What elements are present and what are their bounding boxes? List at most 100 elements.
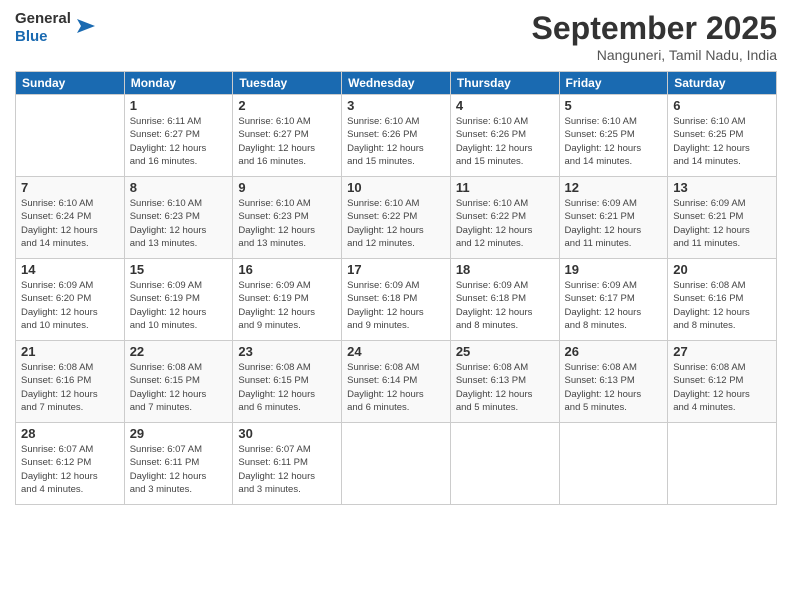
- calendar-day-header: Saturday: [668, 72, 777, 95]
- day-number: 11: [456, 180, 554, 195]
- day-number: 27: [673, 344, 771, 359]
- day-info: Sunrise: 6:10 AM Sunset: 6:26 PM Dayligh…: [347, 115, 445, 168]
- logo-arrow-icon: [73, 15, 95, 37]
- calendar-cell: 11 Sunrise: 6:10 AM Sunset: 6:22 PM Dayli…: [450, 177, 559, 259]
- day-info: Sunrise: 6:08 AM Sunset: 6:15 PM Dayligh…: [238, 361, 336, 414]
- calendar-cell: 22 Sunrise: 6:08 AM Sunset: 6:15 PM Dayli…: [124, 341, 233, 423]
- day-info: Sunrise: 6:10 AM Sunset: 6:24 PM Dayligh…: [21, 197, 119, 250]
- day-info: Sunrise: 6:08 AM Sunset: 6:16 PM Dayligh…: [673, 279, 771, 332]
- day-number: 26: [565, 344, 663, 359]
- calendar-cell: [559, 423, 668, 505]
- day-number: 1: [130, 98, 228, 113]
- calendar-cell: 15 Sunrise: 6:09 AM Sunset: 6:19 PM Dayli…: [124, 259, 233, 341]
- calendar-cell: 24 Sunrise: 6:08 AM Sunset: 6:14 PM Dayli…: [342, 341, 451, 423]
- calendar-cell: 14 Sunrise: 6:09 AM Sunset: 6:20 PM Dayli…: [16, 259, 125, 341]
- subtitle: Nanguneri, Tamil Nadu, India: [532, 47, 777, 63]
- calendar-cell: 26 Sunrise: 6:08 AM Sunset: 6:13 PM Dayli…: [559, 341, 668, 423]
- day-info: Sunrise: 6:10 AM Sunset: 6:27 PM Dayligh…: [238, 115, 336, 168]
- day-info: Sunrise: 6:10 AM Sunset: 6:22 PM Dayligh…: [456, 197, 554, 250]
- calendar-week-row: 21 Sunrise: 6:08 AM Sunset: 6:16 PM Dayli…: [16, 341, 777, 423]
- calendar-cell: 29 Sunrise: 6:07 AM Sunset: 6:11 PM Dayli…: [124, 423, 233, 505]
- day-number: 14: [21, 262, 119, 277]
- calendar-cell: 2 Sunrise: 6:10 AM Sunset: 6:27 PM Daylig…: [233, 95, 342, 177]
- day-number: 6: [673, 98, 771, 113]
- day-number: 22: [130, 344, 228, 359]
- calendar-day-header: Sunday: [16, 72, 125, 95]
- calendar-cell: 4 Sunrise: 6:10 AM Sunset: 6:26 PM Daylig…: [450, 95, 559, 177]
- calendar-cell: 27 Sunrise: 6:08 AM Sunset: 6:12 PM Dayli…: [668, 341, 777, 423]
- day-number: 17: [347, 262, 445, 277]
- day-info: Sunrise: 6:08 AM Sunset: 6:12 PM Dayligh…: [673, 361, 771, 414]
- day-number: 15: [130, 262, 228, 277]
- logo-general: General: [15, 10, 71, 27]
- month-title: September 2025: [532, 10, 777, 47]
- day-info: Sunrise: 6:10 AM Sunset: 6:25 PM Dayligh…: [565, 115, 663, 168]
- day-info: Sunrise: 6:07 AM Sunset: 6:11 PM Dayligh…: [130, 443, 228, 496]
- day-info: Sunrise: 6:08 AM Sunset: 6:16 PM Dayligh…: [21, 361, 119, 414]
- calendar-day-header: Friday: [559, 72, 668, 95]
- day-number: 3: [347, 98, 445, 113]
- day-number: 24: [347, 344, 445, 359]
- calendar-cell: 8 Sunrise: 6:10 AM Sunset: 6:23 PM Daylig…: [124, 177, 233, 259]
- day-number: 8: [130, 180, 228, 195]
- day-info: Sunrise: 6:10 AM Sunset: 6:23 PM Dayligh…: [130, 197, 228, 250]
- day-number: 13: [673, 180, 771, 195]
- calendar-cell: 23 Sunrise: 6:08 AM Sunset: 6:15 PM Dayli…: [233, 341, 342, 423]
- calendar-cell: [668, 423, 777, 505]
- day-number: 21: [21, 344, 119, 359]
- calendar-cell: 6 Sunrise: 6:10 AM Sunset: 6:25 PM Daylig…: [668, 95, 777, 177]
- day-info: Sunrise: 6:10 AM Sunset: 6:23 PM Dayligh…: [238, 197, 336, 250]
- day-info: Sunrise: 6:09 AM Sunset: 6:18 PM Dayligh…: [456, 279, 554, 332]
- day-info: Sunrise: 6:09 AM Sunset: 6:20 PM Dayligh…: [21, 279, 119, 332]
- day-number: 25: [456, 344, 554, 359]
- header: General Blue September 2025 Nanguneri, T…: [15, 10, 777, 63]
- day-number: 23: [238, 344, 336, 359]
- day-number: 16: [238, 262, 336, 277]
- calendar-cell: 19 Sunrise: 6:09 AM Sunset: 6:17 PM Dayli…: [559, 259, 668, 341]
- day-info: Sunrise: 6:08 AM Sunset: 6:15 PM Dayligh…: [130, 361, 228, 414]
- calendar-cell: 12Sunrise: 6:09 AM Sunset: 6:21 PM Dayli…: [559, 177, 668, 259]
- calendar-week-row: 14 Sunrise: 6:09 AM Sunset: 6:20 PM Dayli…: [16, 259, 777, 341]
- calendar-cell: 1 Sunrise: 6:11 AM Sunset: 6:27 PM Daylig…: [124, 95, 233, 177]
- calendar-cell: 10 Sunrise: 6:10 AM Sunset: 6:22 PM Dayli…: [342, 177, 451, 259]
- day-info: Sunrise: 6:07 AM Sunset: 6:12 PM Dayligh…: [21, 443, 119, 496]
- calendar-day-header: Thursday: [450, 72, 559, 95]
- calendar-cell: 16Sunrise: 6:09 AM Sunset: 6:19 PM Dayli…: [233, 259, 342, 341]
- day-number: 18: [456, 262, 554, 277]
- day-info: Sunrise: 6:10 AM Sunset: 6:22 PM Dayligh…: [347, 197, 445, 250]
- calendar-day-header: Tuesday: [233, 72, 342, 95]
- day-info: Sunrise: 6:08 AM Sunset: 6:13 PM Dayligh…: [565, 361, 663, 414]
- day-number: 7: [21, 180, 119, 195]
- day-number: 2: [238, 98, 336, 113]
- logo-blue: Blue: [15, 28, 48, 45]
- day-number: 10: [347, 180, 445, 195]
- calendar-cell: 25Sunrise: 6:08 AM Sunset: 6:13 PM Dayli…: [450, 341, 559, 423]
- day-info: Sunrise: 6:09 AM Sunset: 6:19 PM Dayligh…: [130, 279, 228, 332]
- day-info: Sunrise: 6:09 AM Sunset: 6:21 PM Dayligh…: [565, 197, 663, 250]
- calendar-week-row: 28Sunrise: 6:07 AM Sunset: 6:12 PM Dayli…: [16, 423, 777, 505]
- calendar-cell: 21 Sunrise: 6:08 AM Sunset: 6:16 PM Dayli…: [16, 341, 125, 423]
- day-info: Sunrise: 6:09 AM Sunset: 6:21 PM Dayligh…: [673, 197, 771, 250]
- day-number: 5: [565, 98, 663, 113]
- calendar-header-row: SundayMondayTuesdayWednesdayThursdayFrid…: [16, 72, 777, 95]
- calendar: SundayMondayTuesdayWednesdayThursdayFrid…: [15, 71, 777, 505]
- day-info: Sunrise: 6:09 AM Sunset: 6:17 PM Dayligh…: [565, 279, 663, 332]
- day-info: Sunrise: 6:08 AM Sunset: 6:14 PM Dayligh…: [347, 361, 445, 414]
- calendar-day-header: Monday: [124, 72, 233, 95]
- calendar-week-row: 7 Sunrise: 6:10 AM Sunset: 6:24 PM Daylig…: [16, 177, 777, 259]
- day-info: Sunrise: 6:10 AM Sunset: 6:26 PM Dayligh…: [456, 115, 554, 168]
- calendar-cell: 20Sunrise: 6:08 AM Sunset: 6:16 PM Dayli…: [668, 259, 777, 341]
- day-number: 30: [238, 426, 336, 441]
- calendar-cell: 18 Sunrise: 6:09 AM Sunset: 6:18 PM Dayli…: [450, 259, 559, 341]
- day-info: Sunrise: 6:10 AM Sunset: 6:25 PM Dayligh…: [673, 115, 771, 168]
- calendar-week-row: 1 Sunrise: 6:11 AM Sunset: 6:27 PM Daylig…: [16, 95, 777, 177]
- day-number: 9: [238, 180, 336, 195]
- day-number: 4: [456, 98, 554, 113]
- calendar-cell: 30Sunrise: 6:07 AM Sunset: 6:11 PM Dayli…: [233, 423, 342, 505]
- day-number: 19: [565, 262, 663, 277]
- title-section: September 2025 Nanguneri, Tamil Nadu, In…: [532, 10, 777, 63]
- day-info: Sunrise: 6:09 AM Sunset: 6:18 PM Dayligh…: [347, 279, 445, 332]
- day-info: Sunrise: 6:11 AM Sunset: 6:27 PM Dayligh…: [130, 115, 228, 168]
- calendar-cell: 13 Sunrise: 6:09 AM Sunset: 6:21 PM Dayli…: [668, 177, 777, 259]
- day-number: 29: [130, 426, 228, 441]
